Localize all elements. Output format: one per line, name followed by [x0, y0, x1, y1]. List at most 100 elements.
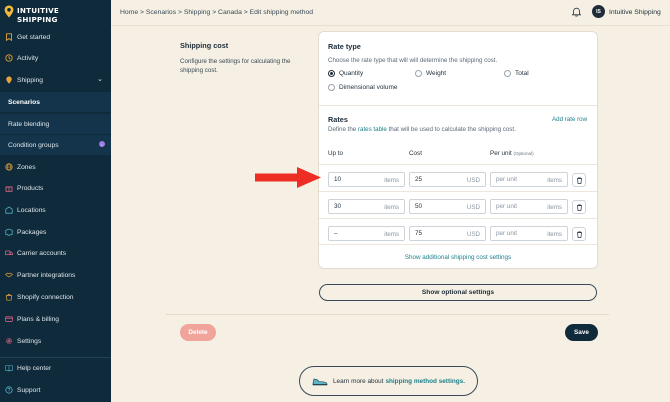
sidebar-item-activity[interactable]: Activity — [0, 48, 111, 68]
radio-weight[interactable]: Weight — [415, 70, 446, 77]
footer-divider — [166, 314, 609, 315]
shipping-method-settings-link[interactable]: shipping method settings. — [385, 378, 465, 385]
radio-quantity[interactable]: Quantity — [328, 70, 363, 77]
per-unit-field[interactable]: items — [490, 172, 568, 187]
per-unit-field[interactable]: items — [490, 226, 568, 241]
radio-total[interactable]: Total — [504, 70, 529, 77]
shipping-cost-card: Rate type Choose the rate type that will… — [318, 31, 598, 269]
logo-line2: SHIPPING — [17, 15, 58, 24]
card-divider — [319, 105, 597, 106]
up-to-field[interactable]: items — [328, 226, 405, 241]
globe-icon — [4, 163, 13, 172]
unit-label: items — [547, 204, 562, 211]
sidebar-item-partner-integrations[interactable]: Partner integrations — [0, 265, 111, 285]
sidebar-item-label: Condition groups — [8, 141, 59, 149]
rate-row: items USD items — [319, 164, 597, 191]
trash-icon — [576, 230, 582, 238]
radio-dot — [504, 70, 511, 77]
info-badge-icon: i — [99, 141, 105, 147]
column-header-cost: Cost — [409, 150, 422, 157]
show-optional-settings-button[interactable]: Show optional settings — [319, 284, 597, 301]
rates-help: Define the rates table that will be used… — [328, 126, 516, 133]
annotation-arrow-icon — [255, 167, 321, 188]
handshake-icon — [4, 271, 13, 280]
unit-label: items — [384, 231, 399, 238]
delete-button[interactable]: Delete — [180, 324, 216, 341]
save-button[interactable]: Save — [565, 324, 598, 341]
activity-icon — [4, 54, 13, 63]
sidebar-item-label: Rate blending — [8, 120, 50, 128]
up-to-input[interactable] — [334, 230, 374, 237]
sidebar-item-label: Zones — [17, 163, 36, 171]
sidebar-item-support[interactable]: Support — [0, 380, 111, 400]
column-header-per-unit: Per unit (Optional) — [490, 150, 534, 157]
cost-input[interactable] — [415, 176, 455, 183]
delete-row-button[interactable] — [572, 227, 586, 241]
bell-icon[interactable] — [571, 7, 582, 18]
rate-row: items USD items — [319, 191, 597, 218]
per-unit-input[interactable] — [496, 176, 536, 183]
sidebar-item-products[interactable]: Products — [0, 178, 111, 198]
sidebar-item-plans-billing[interactable]: Plans & billing — [0, 309, 111, 329]
unit-label: items — [547, 177, 562, 184]
up-to-input[interactable] — [334, 176, 374, 183]
sidebar-item-label: Locations — [17, 206, 46, 214]
sidebar-item-carrier-accounts[interactable]: Carrier accounts — [0, 243, 111, 263]
sneaker-icon — [312, 378, 328, 386]
learn-more-link[interactable]: Learn more about shipping method setting… — [299, 366, 478, 396]
rates-title: Rates — [328, 115, 348, 124]
logo-pin-icon — [4, 5, 14, 18]
breadcrumb[interactable]: Home > Scenarios > Shipping > Canada > E… — [120, 9, 313, 16]
radio-dimensional-volume[interactable]: Dimensional volume — [328, 84, 398, 91]
logo[interactable]: INTUITIVE SHIPPING — [4, 4, 64, 24]
sidebar-item-rate-blending[interactable]: Rate blending — [0, 114, 111, 134]
chevron-down-icon: ⌄ — [97, 76, 103, 83]
sidebar-item-label: Scenarios — [8, 98, 40, 106]
currency-label: USD — [466, 204, 480, 211]
per-unit-input[interactable] — [496, 230, 536, 237]
cost-field[interactable]: USD — [409, 199, 486, 214]
sidebar-item-label: Products — [17, 184, 44, 192]
sidebar-item-label: Plans & billing — [17, 315, 60, 323]
up-to-field[interactable]: items — [328, 172, 405, 187]
delete-row-button[interactable] — [572, 200, 586, 214]
sidebar-item-zones[interactable]: Zones — [0, 157, 111, 177]
user-name[interactable]: Intuitive Shipping — [609, 9, 661, 16]
sidebar-item-scenarios[interactable]: Scenarios — [0, 92, 111, 112]
radio-label: Total — [515, 70, 529, 77]
per-unit-field[interactable]: items — [490, 199, 568, 214]
rate-type-title: Rate type — [328, 42, 361, 51]
sidebar-item-locations[interactable]: Locations — [0, 200, 111, 220]
sidebar-item-get-started[interactable]: Get started — [0, 27, 111, 47]
rate-type-help: Choose the rate type that will will dete… — [328, 57, 498, 64]
delete-row-button[interactable] — [572, 173, 586, 187]
radio-label: Weight — [426, 70, 447, 77]
unit-label: items — [547, 231, 562, 238]
up-to-field[interactable]: items — [328, 199, 405, 214]
trash-icon — [576, 176, 582, 184]
help-icon — [4, 386, 13, 395]
sidebar-item-help-center[interactable]: Help center — [0, 358, 111, 378]
rates-table-link[interactable]: rates table — [358, 126, 387, 133]
avatar[interactable]: IS — [592, 5, 605, 18]
sidebar-item-packages[interactable]: Packages — [0, 222, 111, 242]
sidebar-item-label: Shipping — [17, 76, 44, 84]
cost-field[interactable]: USD — [409, 226, 486, 241]
radio-dot — [415, 70, 422, 77]
show-additional-settings-link[interactable]: Show additional shipping cost settings — [319, 254, 597, 261]
book-icon — [4, 364, 13, 373]
warehouse-icon — [4, 206, 13, 215]
cost-input[interactable] — [415, 230, 455, 237]
sidebar-item-label: Activity — [17, 54, 39, 62]
sidebar-item-shipping[interactable]: Shipping ⌄ — [0, 70, 111, 90]
sidebar-item-shopify-connection[interactable]: Shopify connection — [0, 287, 111, 307]
sidebar-item-settings[interactable]: Settings — [0, 331, 111, 351]
cost-input[interactable] — [415, 203, 455, 210]
up-to-input[interactable] — [334, 203, 374, 210]
cost-field[interactable]: USD — [409, 172, 486, 187]
per-unit-input[interactable] — [496, 203, 536, 210]
sidebar-item-condition-groups[interactable]: Condition groups i — [0, 135, 111, 155]
package-icon — [4, 228, 13, 237]
add-rate-row-link[interactable]: Add rate row — [552, 116, 587, 123]
sidebar-item-label: Shopify connection — [17, 293, 74, 301]
